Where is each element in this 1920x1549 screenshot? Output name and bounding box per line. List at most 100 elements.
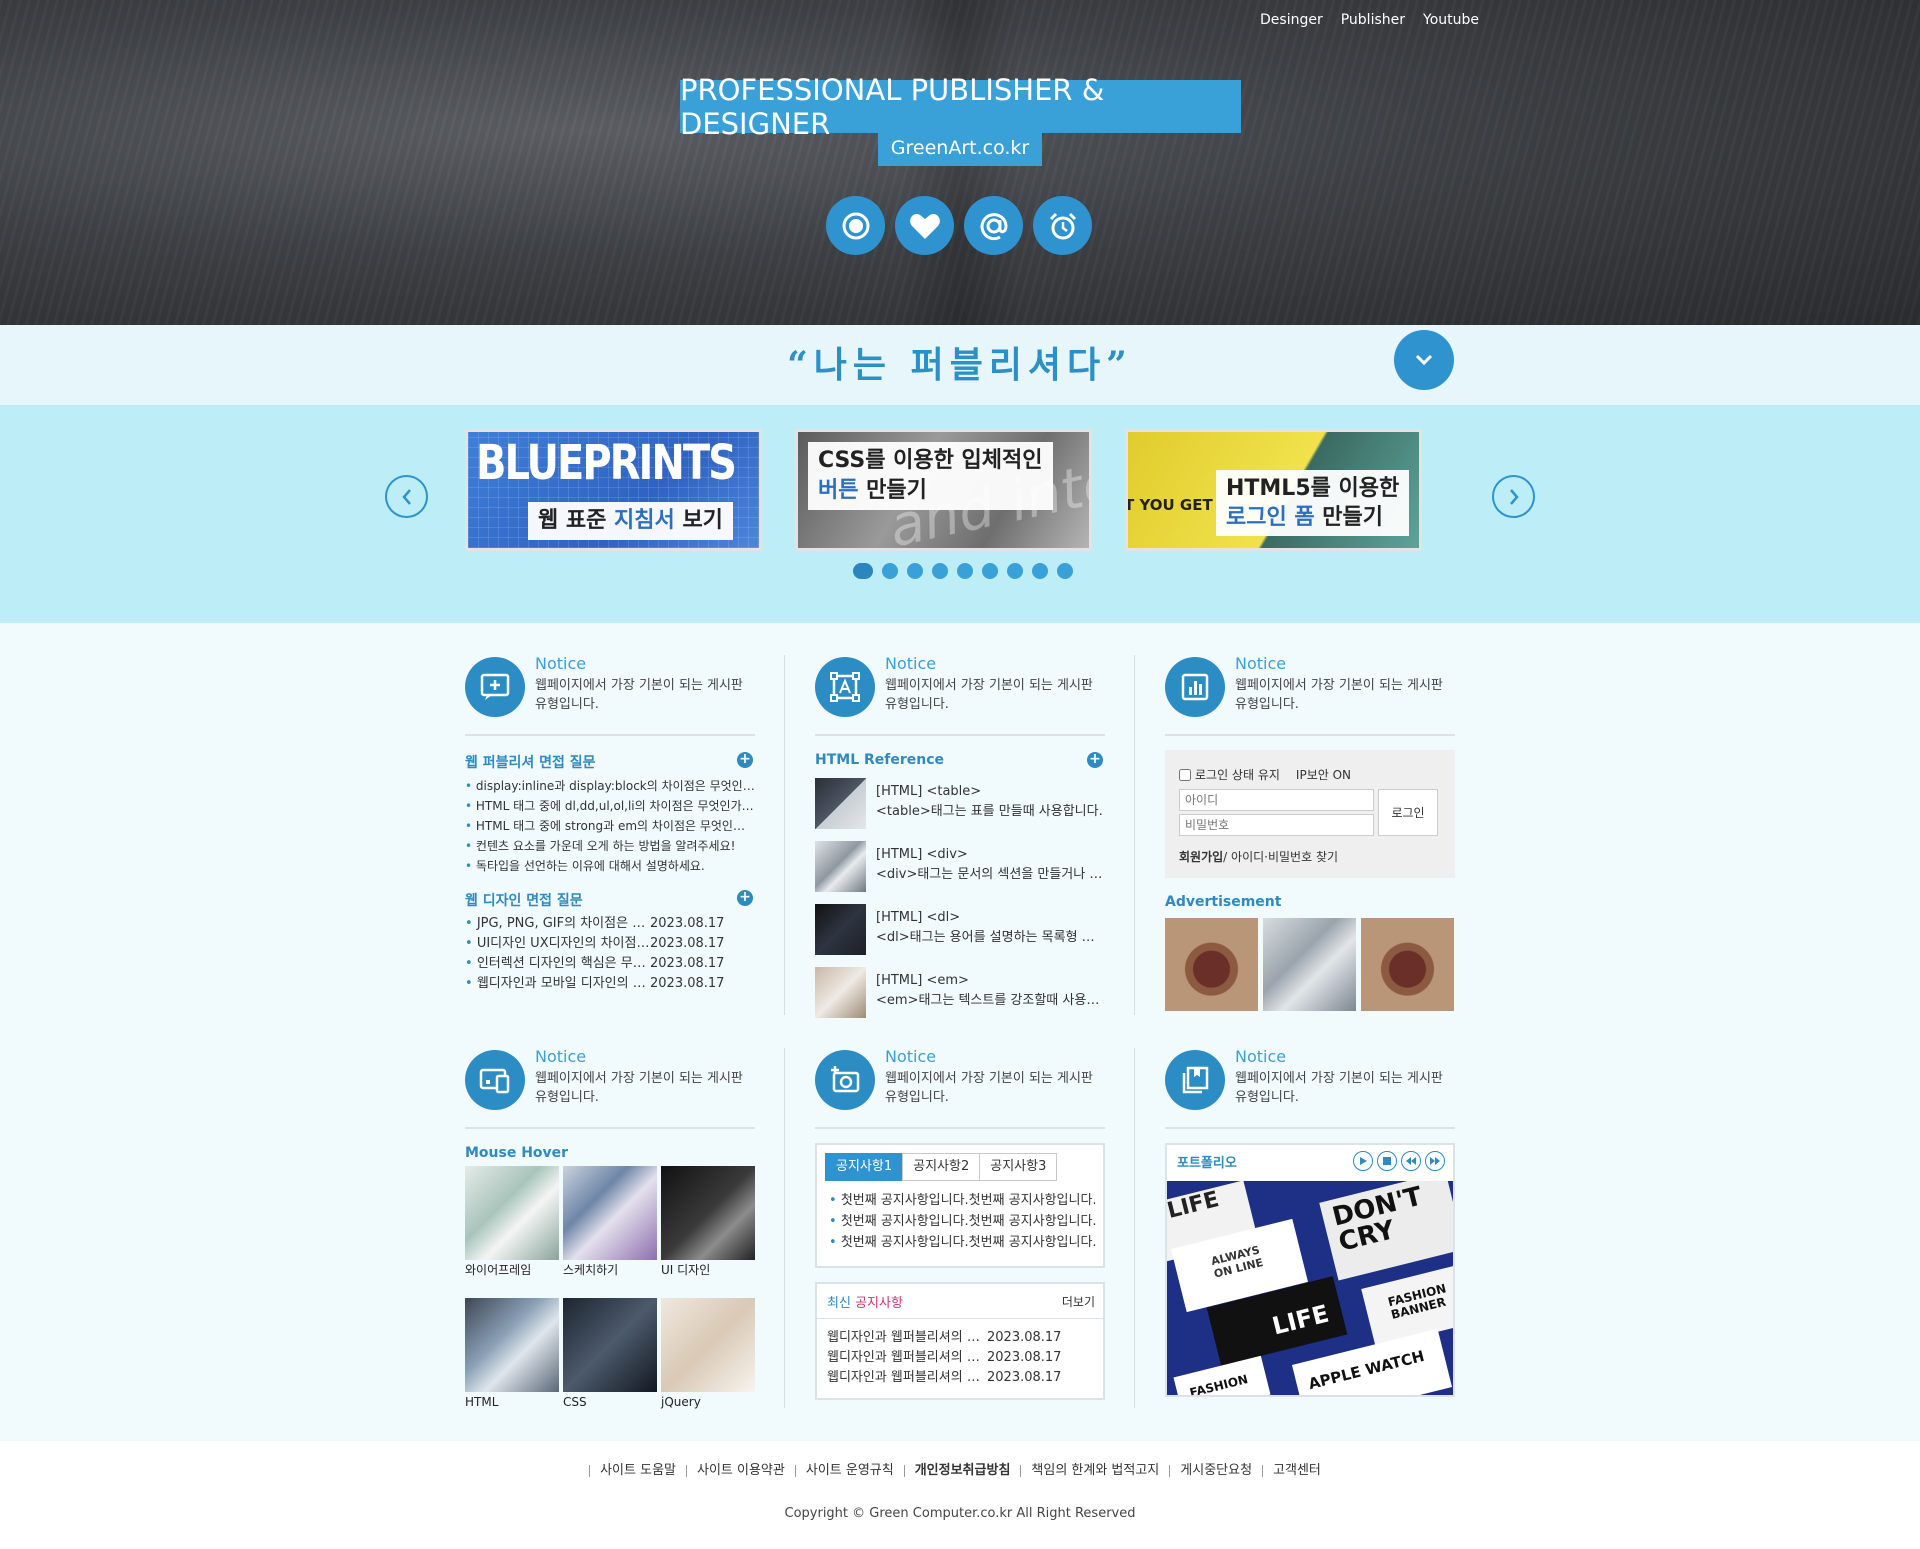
gallery-item[interactable]: 스케치하기	[563, 1166, 657, 1294]
slider-prev-button[interactable]	[385, 475, 428, 518]
nav-publisher[interactable]: Publisher	[1341, 12, 1405, 28]
notice-title: Notice	[535, 654, 587, 673]
slider-dot[interactable]	[1007, 563, 1023, 579]
slide-blueprints[interactable]: BLUEPRINTS 웹 표준 지침서 보기	[465, 429, 762, 551]
list-item[interactable]: 웹디자인과 모바일 디자인의 차이점은?2023.08.17	[465, 974, 755, 994]
footer-link[interactable]: 사이트 도움말	[589, 1464, 686, 1477]
html-reference-panel: Notice 웹페이지에서 가장 기본이 되는 게시판 유형입니다. HTML …	[815, 654, 1105, 1030]
slider-dot[interactable]	[982, 563, 998, 579]
gallery-label: UI 디자인	[661, 1263, 711, 1277]
list-item[interactable]: 독타입을 선언하는 이유에 대해서 설명하세요.	[465, 856, 755, 876]
slide-html5-login[interactable]: T YOU GET HTML5를 이용한 로그인 폼 만들기	[1125, 429, 1422, 551]
keep-login-checkbox[interactable]	[1179, 768, 1191, 781]
target-icon[interactable]	[826, 196, 885, 255]
slider-dot[interactable]	[907, 563, 923, 579]
slider-dot[interactable]	[1057, 563, 1073, 579]
question-title: 웹디자인과 모바일 디자인의 차이점은?	[465, 974, 650, 994]
list-item[interactable]: 인터렉션 디자인의 핵심은 무엇인가요?2023.08.17	[465, 954, 755, 974]
list-item[interactable]: 웹디자인과 웹퍼블리셔의 차이점 2023.08.17	[827, 1348, 1095, 1368]
question-title: UI디자인 UX디자인의 차이점은 무엇인가요?	[465, 934, 650, 954]
notice-header: Notice 웹페이지에서 가장 기본이 되는 게시판 유형입니다.	[465, 1047, 755, 1129]
slider-next-button[interactable]	[1492, 475, 1535, 518]
gallery-item[interactable]: CSS	[563, 1298, 657, 1426]
gallery-item[interactable]: UI 디자인	[661, 1166, 755, 1294]
stop-icon[interactable]	[1377, 1151, 1397, 1171]
hero-header: Desinger Publisher Youtube PROFESSIONAL …	[0, 0, 1920, 325]
plus-icon[interactable]: +	[737, 890, 753, 906]
notice-desc: 웹페이지에서 가장 기본이 되는 게시판 유형입니다.	[1235, 1071, 1443, 1105]
latest-notice-list: 웹디자인과 웹퍼블리셔의 차이점 2023.08.17 웹디자인과 웹퍼블리셔의 차…	[827, 1328, 1095, 1388]
list-item[interactable]: 웹디자인과 웹퍼블리셔의 차이점 2023.08.17	[827, 1368, 1095, 1388]
list-item[interactable]: display:inline과 display:block의 차이점은 무엇인가…	[465, 776, 755, 796]
footer-link[interactable]: 사이트 운영규칙	[794, 1464, 904, 1477]
reference-item[interactable]: [HTML] <dl> <dl>태그는 용어를 설명하는 목록형 태그입니다.	[815, 904, 1105, 967]
gallery-image	[465, 1298, 559, 1392]
gallery-item[interactable]: 와이어프레임	[465, 1166, 559, 1294]
list-item[interactable]: HTML 태그 중에 dl,dd,ul,ol,li의 차이점은 무엇인가요?	[465, 796, 755, 816]
gallery-item[interactable]: HTML	[465, 1298, 559, 1426]
play-icon[interactable]	[1353, 1151, 1373, 1171]
hero-icon-row	[826, 196, 1092, 255]
divider	[1134, 1048, 1135, 1408]
list-item[interactable]: 첫번째 공지사항입니다.첫번째 공지사항입니다.	[829, 1232, 1097, 1253]
alarm-icon[interactable]	[1033, 196, 1092, 255]
footer-link[interactable]: 게시중단요청	[1169, 1464, 1262, 1477]
login-button[interactable]: 로그인	[1378, 789, 1438, 836]
reference-desc: <table>태그는 표를 만들때 사용합니다.	[876, 804, 1103, 819]
gallery-item[interactable]: jQuery	[661, 1298, 755, 1426]
ip-secure-label[interactable]: IP보안 ON	[1296, 766, 1351, 783]
more-link[interactable]: 더보기	[1062, 1293, 1095, 1310]
list-item[interactable]: JPG, PNG, GIF의 차이점은 무엇인가요?2023.08.17	[465, 914, 755, 934]
footer-link[interactable]: 사이트 이용약관	[686, 1464, 795, 1477]
list-item[interactable]: 첫번째 공지사항입니다.첫번째 공지사항입니다.	[829, 1211, 1097, 1232]
date: 2023.08.17	[987, 1370, 1062, 1385]
scroll-down-button[interactable]	[1394, 330, 1454, 390]
publisher-questions-title: 웹 퍼블리셔 면접 질문 +	[465, 752, 755, 772]
ad-image[interactable]	[1361, 918, 1454, 1011]
tab-notice-3[interactable]: 공지사항3	[979, 1153, 1058, 1181]
find-account-link[interactable]: / 아이디·비밀번호 찾기	[1223, 850, 1338, 864]
notice-header: Notice 웹페이지에서 가장 기본이 되는 게시판 유형입니다.	[815, 654, 1105, 736]
heart-icon[interactable]	[895, 196, 954, 255]
footer-link[interactable]: 책임의 한계와 법적고지	[1020, 1464, 1169, 1477]
nav-designer[interactable]: Desinger	[1260, 12, 1323, 28]
next-icon[interactable]	[1425, 1151, 1445, 1171]
reference-item[interactable]: [HTML] <table> <table>태그는 표를 만들때 사용합니다.	[815, 778, 1105, 841]
tab-notice-1[interactable]: 공지사항1	[825, 1153, 904, 1181]
list-item[interactable]: UI디자인 UX디자인의 차이점은 무엇인가요?2023.08.17	[465, 934, 755, 954]
reference-item[interactable]: [HTML] <div> <div>태그는 문서의 섹션을 만들거나 그룹화할 때…	[815, 841, 1105, 904]
footer-link[interactable]: 고객센터	[1262, 1464, 1331, 1477]
nav-youtube[interactable]: Youtube	[1423, 12, 1479, 28]
footer-link[interactable]: 개인정보취급방침	[903, 1464, 1021, 1477]
password-input[interactable]	[1179, 814, 1374, 836]
tab-notice-2[interactable]: 공지사항2	[902, 1153, 981, 1181]
join-link[interactable]: 회원가입	[1179, 850, 1223, 864]
notice-title: 웹디자인과 웹퍼블리셔의 차이점	[827, 1350, 987, 1365]
question-title: JPG, PNG, GIF의 차이점은 무엇인가요?	[465, 914, 650, 934]
chevron-down-icon	[1415, 354, 1433, 366]
tab-notice-list: 첫번째 공지사항입니다.첫번째 공지사항입니다. 첫번째 공지사항입니다.첫번째…	[829, 1190, 1097, 1253]
slider-dot[interactable]	[1032, 563, 1048, 579]
prev-icon[interactable]	[1401, 1151, 1421, 1171]
notice-title: 웹디자인과 웹퍼블리셔의 차이점	[827, 1330, 987, 1345]
slider-dot[interactable]	[853, 563, 873, 579]
list-item[interactable]: 첫번째 공지사항입니다.첫번째 공지사항입니다.	[829, 1190, 1097, 1211]
list-item[interactable]: 웹디자인과 웹퍼블리셔의 차이점 2023.08.17	[827, 1328, 1095, 1348]
ad-image[interactable]	[1263, 918, 1356, 1011]
slider-dot[interactable]	[957, 563, 973, 579]
slide-css-button[interactable]: and inte CSS를 이용한 입체적인버튼 만들기	[795, 429, 1092, 551]
slider-dot[interactable]	[882, 563, 898, 579]
portfolio-image[interactable]: LIFE ALWAYS ON LINE DON'T CRY LIFE FASHI…	[1167, 1181, 1453, 1395]
hero-subtitle[interactable]: GreenArt.co.kr	[878, 130, 1042, 166]
plus-icon[interactable]: +	[1087, 752, 1103, 768]
slider-dot[interactable]	[932, 563, 948, 579]
plus-icon[interactable]: +	[737, 752, 753, 768]
ad-image[interactable]	[1165, 918, 1258, 1011]
id-input[interactable]	[1179, 789, 1374, 811]
advertisement-title: Advertisement	[1165, 894, 1282, 910]
list-item[interactable]: HTML 태그 중에 strong과 em의 차이점은 무엇인가요?	[465, 816, 755, 836]
publisher-questions-list: display:inline과 display:block의 차이점은 무엇인가…	[465, 776, 755, 876]
reference-item[interactable]: [HTML] <em> <em>태그는 텍스트를 강조할때 사용합니다.	[815, 967, 1105, 1030]
at-icon[interactable]	[964, 196, 1023, 255]
list-item[interactable]: 컨텐츠 요소를 가운데 오게 하는 방법을 알려주세요!	[465, 836, 755, 856]
